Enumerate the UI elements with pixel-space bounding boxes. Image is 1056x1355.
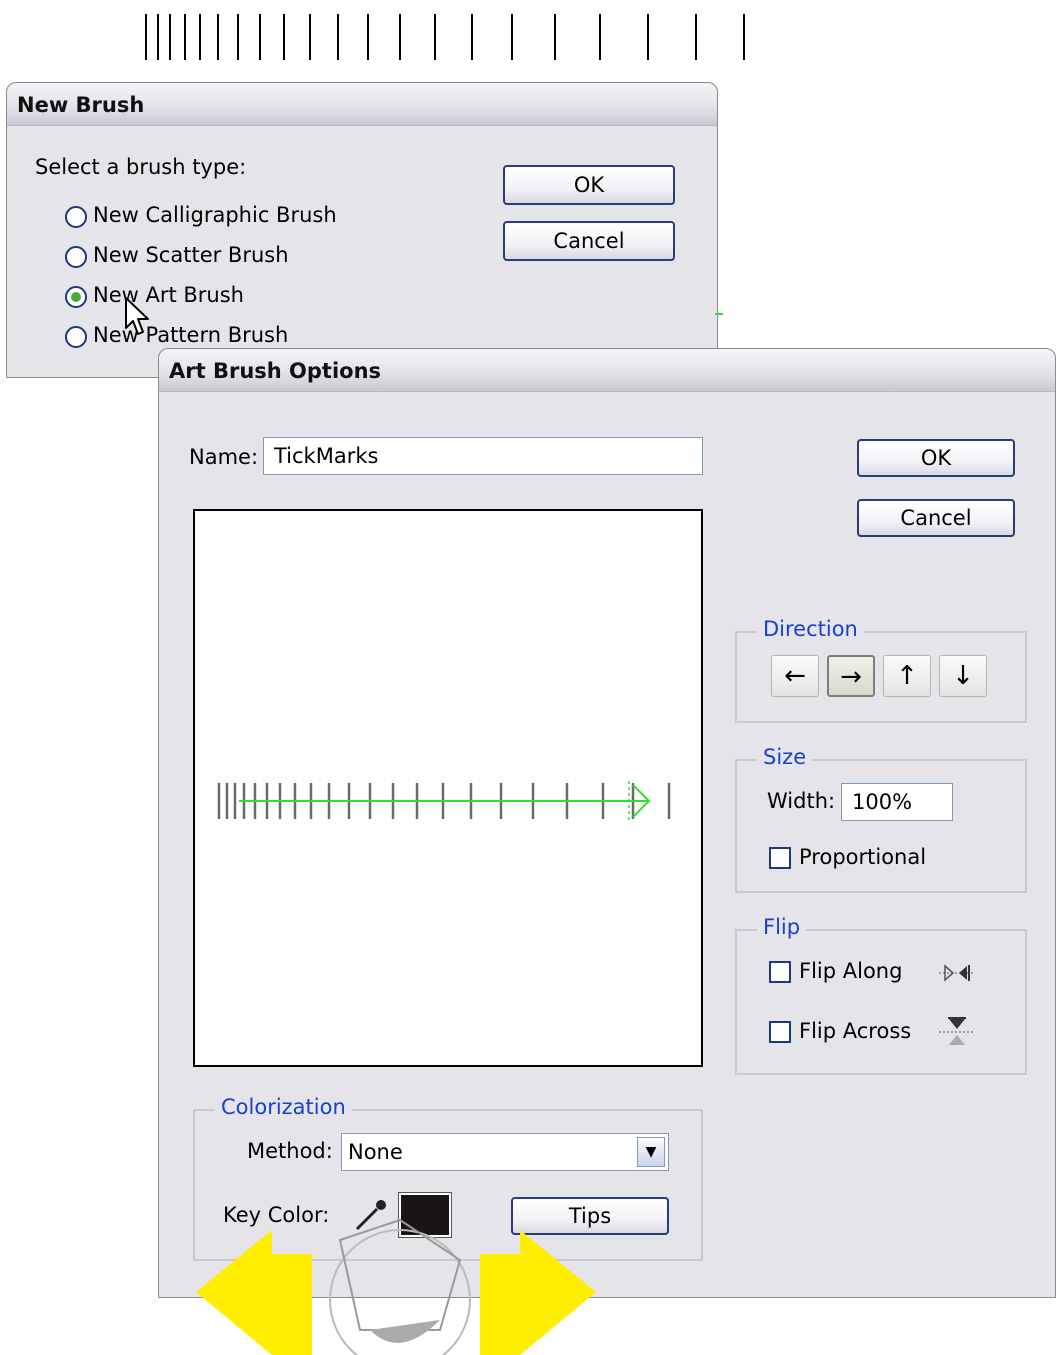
radio-art[interactable]: [65, 286, 87, 308]
radio-calligraphic[interactable]: [65, 206, 87, 228]
method-label: Method:: [247, 1139, 333, 1163]
colorization-group-title: Colorization: [215, 1095, 352, 1119]
size-group-title: Size: [757, 745, 813, 769]
proportional-label[interactable]: Proportional: [799, 845, 926, 869]
art-brush-title: Art Brush Options: [169, 359, 382, 383]
flip-across-icon: [939, 1017, 975, 1045]
new-brush-title: New Brush: [17, 93, 145, 117]
width-label: Width:: [767, 789, 836, 813]
left-arrow-icon: [196, 1230, 312, 1355]
preview-tick-marks: [217, 781, 671, 821]
name-input[interactable]: TickMarks: [263, 437, 703, 475]
name-label: Name:: [189, 445, 259, 469]
flip-group: [735, 929, 1027, 1075]
direction-right-button[interactable]: →: [827, 655, 875, 697]
radio-pattern[interactable]: [65, 326, 87, 348]
method-select[interactable]: None: [341, 1133, 669, 1171]
method-dropdown-button[interactable]: ▼: [637, 1137, 665, 1167]
option-art-label[interactable]: New Art Brush: [93, 283, 244, 307]
art-brush-ok-button[interactable]: OK: [857, 439, 1015, 477]
direction-group-title: Direction: [757, 617, 864, 641]
flip-along-checkbox[interactable]: [769, 961, 791, 983]
tick-marks-artwork: [145, 14, 745, 60]
new-brush-dialog: New Brush Select a brush type: New Calli…: [6, 82, 723, 378]
art-brush-titlebar[interactable]: Art Brush Options: [159, 349, 1055, 392]
proportional-checkbox[interactable]: [769, 847, 791, 869]
art-brush-options-dialog: Art Brush Options Name: TickMarks OK Can…: [158, 348, 1056, 1298]
new-brush-cancel-button[interactable]: Cancel: [503, 221, 675, 261]
direction-down-button[interactable]: ↓: [939, 655, 987, 697]
brush-type-prompt: Select a brush type:: [35, 155, 247, 179]
option-pattern-label[interactable]: New Pattern Brush: [93, 323, 288, 347]
direction-left-button[interactable]: ←: [771, 655, 819, 697]
new-brush-titlebar[interactable]: New Brush: [7, 83, 717, 126]
right-arrow-icon: [480, 1230, 596, 1355]
option-calligraphic-label[interactable]: New Calligraphic Brush: [93, 203, 337, 227]
mouse-cursor-icon: [125, 297, 149, 335]
size-group: [735, 759, 1027, 893]
green-guide-mark: [715, 313, 723, 315]
new-brush-ok-button[interactable]: OK: [503, 165, 675, 205]
flip-across-label[interactable]: Flip Across: [799, 1019, 911, 1043]
chevron-down-icon: ▼: [645, 1144, 657, 1160]
width-input[interactable]: 100%: [841, 783, 953, 821]
flip-across-checkbox[interactable]: [769, 1021, 791, 1043]
art-brush-cancel-button[interactable]: Cancel: [857, 499, 1015, 537]
flip-along-icon: [939, 964, 975, 982]
brush-preview: [193, 509, 703, 1067]
direction-up-button[interactable]: ↑: [883, 655, 931, 697]
watermark-seal: [329, 1218, 471, 1355]
flip-group-title: Flip: [757, 915, 807, 939]
option-scatter-label[interactable]: New Scatter Brush: [93, 243, 289, 267]
radio-scatter[interactable]: [65, 246, 87, 268]
flip-along-label[interactable]: Flip Along: [799, 959, 902, 983]
